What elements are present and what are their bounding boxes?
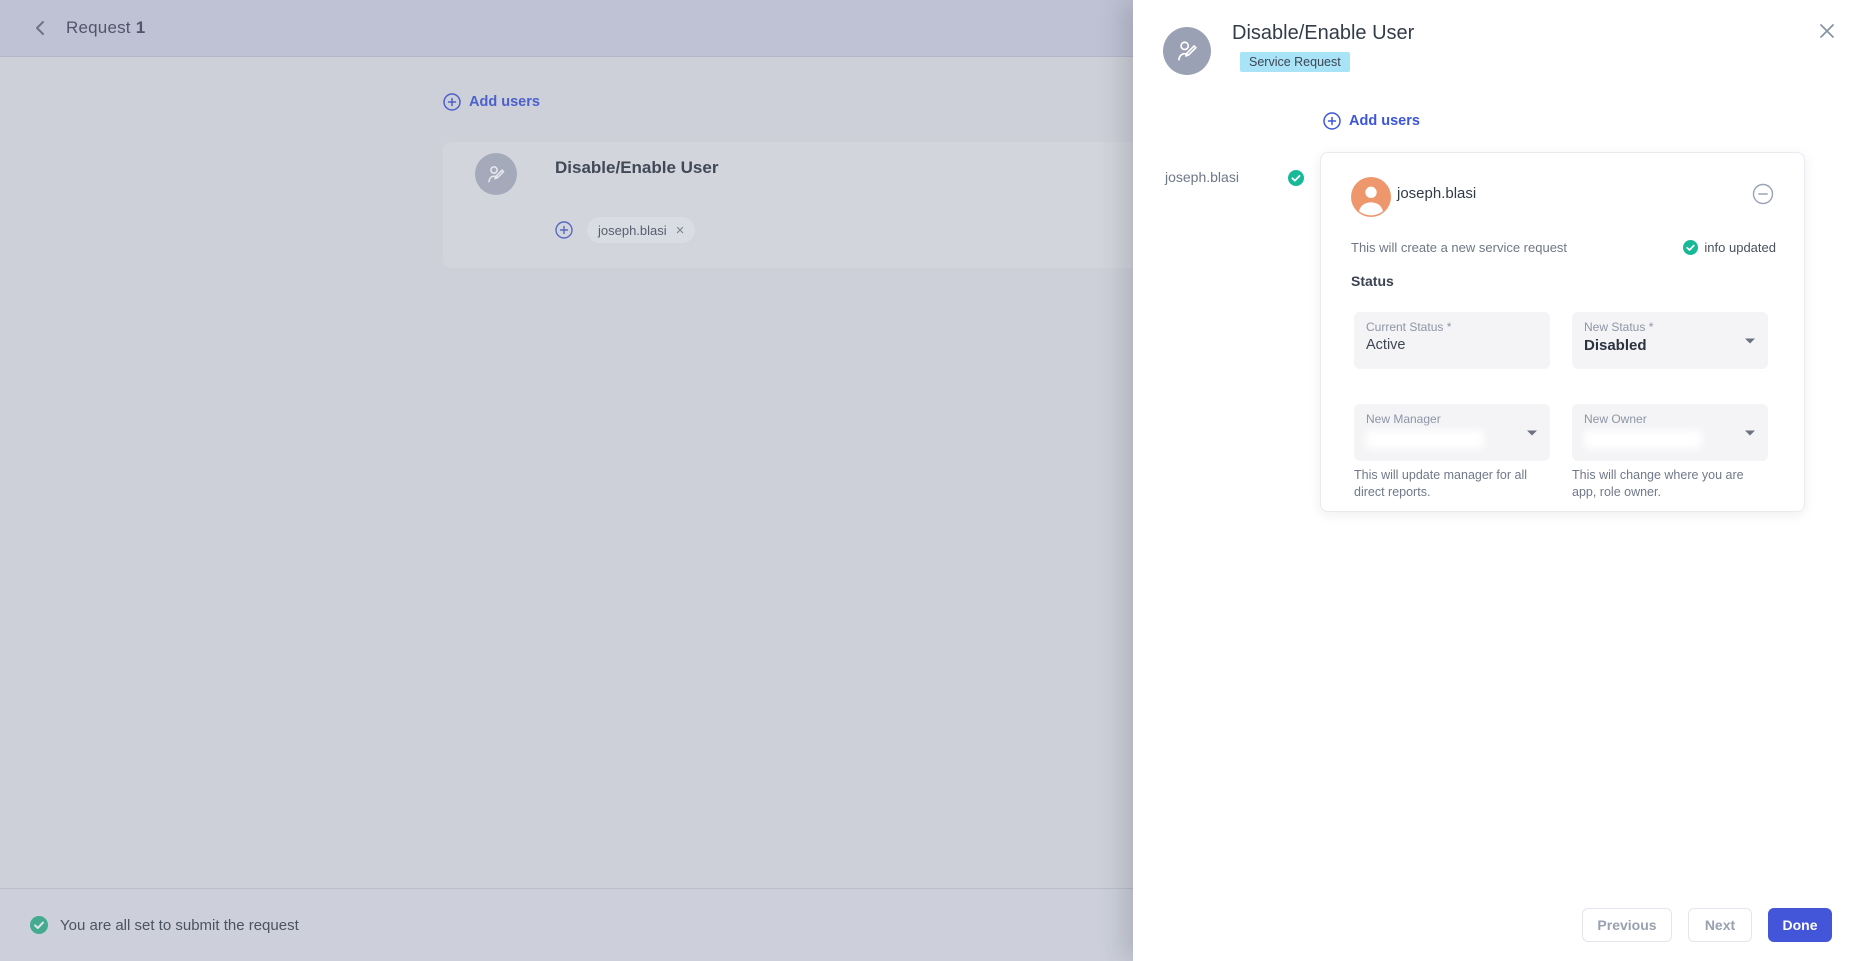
disable-enable-user-avatar: [1163, 27, 1211, 75]
next-button[interactable]: Next: [1688, 908, 1752, 942]
request-label: Request: [66, 18, 131, 37]
chevron-down-icon: [1526, 429, 1538, 437]
info-updated-badge: info updated: [1683, 240, 1776, 255]
remove-user-from-request-button[interactable]: [1752, 183, 1774, 205]
plus-circle-icon: [443, 93, 461, 111]
user-request-card: joseph.blasi This will create a new serv…: [1320, 152, 1805, 512]
user-edit-icon: [484, 162, 508, 186]
new-status-value: Disabled: [1584, 337, 1756, 354]
selected-user-nav-item[interactable]: joseph.blasi: [1165, 169, 1239, 185]
request-number: 1: [136, 18, 146, 37]
note-row: This will create a new service request i…: [1351, 240, 1776, 255]
new-manager-select[interactable]: New Manager: [1354, 404, 1550, 461]
minus-circle-icon: [1752, 183, 1774, 205]
user-complete-check-icon: [1288, 170, 1304, 186]
new-manager-helper: This will update manager for all direct …: [1354, 467, 1534, 502]
new-status-select[interactable]: New Status * Disabled: [1572, 312, 1768, 369]
new-owner-value-redacted: [1584, 430, 1702, 449]
add-users-label: Add users: [469, 94, 540, 110]
current-status-label: Current Status *: [1366, 320, 1538, 334]
close-icon: [1818, 22, 1836, 40]
page-title: Request 1: [66, 18, 145, 38]
close-panel-button[interactable]: [1814, 18, 1840, 44]
request-item-card[interactable]: Disable/Enable User joseph.blasi ×: [443, 142, 1133, 268]
left-card-title: Disable/Enable User: [555, 158, 718, 178]
user-avatar: [1351, 177, 1391, 217]
request-page-background: Request 1 Add users Disable/Enable User j…: [0, 0, 1133, 961]
check-circle-icon: [1683, 240, 1698, 255]
new-manager-value-redacted: [1366, 430, 1484, 449]
status-section-title: Status: [1351, 273, 1394, 289]
new-owner-helper: This will change where you are app, role…: [1572, 467, 1752, 502]
submit-status-bar: You are all set to submit the request: [0, 888, 1133, 961]
panel-footer: Previous Next Done: [1582, 908, 1832, 942]
add-user-to-item-button[interactable]: [555, 221, 573, 239]
new-owner-label: New Owner: [1584, 412, 1756, 426]
chevron-left-icon: [34, 20, 46, 36]
user-edit-icon: [1173, 37, 1201, 65]
plus-circle-icon: [555, 221, 573, 239]
new-request-note: This will create a new service request: [1351, 240, 1567, 255]
disable-enable-user-panel: Disable/Enable User Service Request Add …: [1133, 0, 1854, 961]
back-button[interactable]: [30, 18, 50, 38]
chevron-down-icon: [1744, 429, 1756, 437]
new-status-label: New Status *: [1584, 320, 1756, 334]
service-request-badge: Service Request: [1240, 52, 1350, 72]
remove-user-icon[interactable]: ×: [676, 223, 685, 238]
add-users-button-left[interactable]: Add users: [443, 92, 540, 112]
user-chip-label: joseph.blasi: [598, 223, 667, 238]
new-owner-select[interactable]: New Owner: [1572, 404, 1768, 461]
selected-user-name: joseph.blasi: [1165, 169, 1239, 185]
plus-circle-icon: [1323, 112, 1341, 130]
request-topbar: Request 1: [0, 0, 1133, 57]
check-circle-icon: [30, 916, 48, 934]
current-status-value: Active: [1366, 337, 1538, 353]
submit-ready-message: You are all set to submit the request: [60, 917, 299, 934]
left-card-users-row: joseph.blasi ×: [555, 217, 695, 243]
disable-enable-user-avatar: [475, 153, 517, 195]
card-user-name: joseph.blasi: [1397, 185, 1476, 202]
done-button[interactable]: Done: [1768, 908, 1832, 942]
add-users-button-panel[interactable]: Add users: [1323, 111, 1420, 131]
user-chip[interactable]: joseph.blasi ×: [587, 217, 695, 243]
person-icon: [1351, 177, 1391, 217]
add-users-label: Add users: [1349, 113, 1420, 129]
new-manager-label: New Manager: [1366, 412, 1538, 426]
info-updated-label: info updated: [1704, 240, 1776, 255]
screen: Request 1 Add users Disable/Enable User j…: [0, 0, 1854, 961]
current-status-field: Current Status * Active: [1354, 312, 1550, 369]
chevron-down-icon: [1744, 337, 1756, 345]
panel-title: Disable/Enable User: [1232, 22, 1414, 45]
previous-button[interactable]: Previous: [1582, 908, 1672, 942]
